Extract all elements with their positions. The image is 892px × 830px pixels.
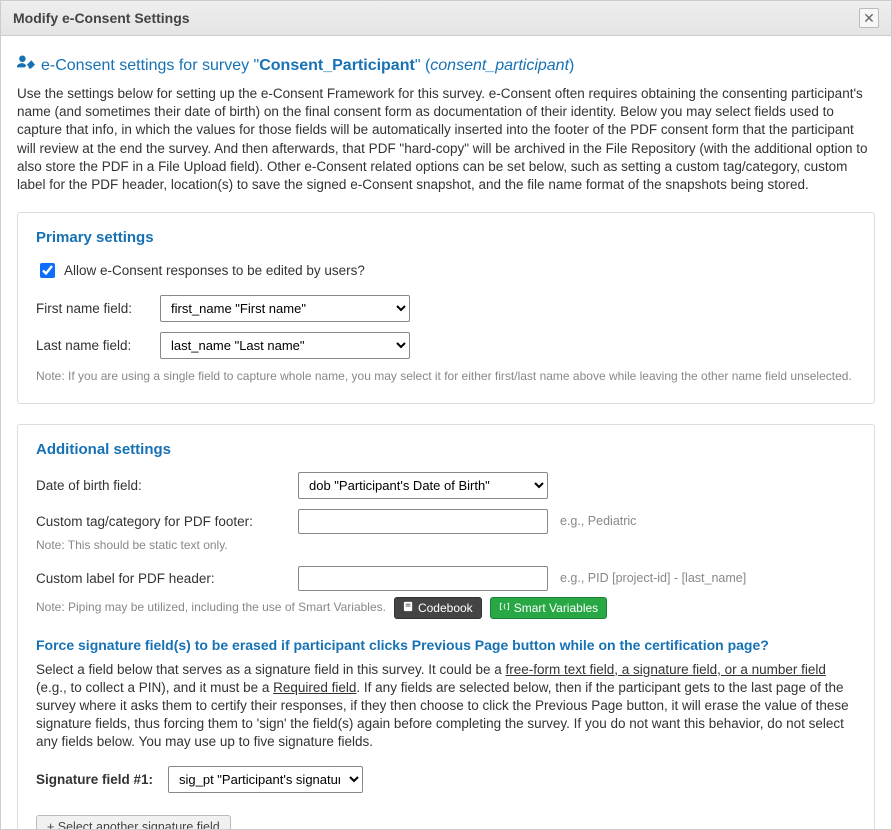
modal-dialog: Modify e-Consent Settings ✕ e-Consent se… <box>0 0 892 830</box>
dob-label: Date of birth field: <box>36 478 286 493</box>
piping-note: Note: Piping may be utilized, including … <box>36 600 386 616</box>
user-edit-icon <box>17 54 35 75</box>
signature-1-row: Signature field #1: sig_pt "Participant'… <box>36 766 856 793</box>
survey-id: consent_participant <box>430 57 569 74</box>
heading-close-paren: ) <box>569 57 574 74</box>
force-sig-text-b: (e.g., to collect a PIN), and it must be… <box>36 680 273 695</box>
add-signature-button[interactable]: + Select another signature field <box>36 815 231 829</box>
custom-tag-hint: e.g., Pediatric <box>560 514 636 528</box>
additional-settings-panel: Additional settings Date of birth field:… <box>17 424 875 829</box>
force-sig-underline-b: Required field <box>273 680 356 695</box>
custom-header-label: Custom label for PDF header: <box>36 571 286 586</box>
heading-suffix: " ( <box>415 57 430 74</box>
last-name-row: Last name field: last_name "Last name" <box>36 332 856 359</box>
force-sig-text-a: Select a field below that serves as a si… <box>36 662 506 677</box>
piping-row: Note: Piping may be utilized, including … <box>36 597 856 619</box>
custom-tag-label: Custom tag/category for PDF footer: <box>36 514 286 529</box>
signature-1-label: Signature field #1: <box>36 772 156 787</box>
last-name-select[interactable]: last_name "Last name" <box>160 332 410 359</box>
last-name-label: Last name field: <box>36 338 148 353</box>
custom-tag-note: Note: This should be static text only. <box>36 538 856 554</box>
first-name-label: First name field: <box>36 301 148 316</box>
book-icon <box>403 601 414 615</box>
force-sig-underline-a: free-form text field, a signature field,… <box>506 662 826 677</box>
custom-header-input[interactable] <box>298 566 548 591</box>
allow-edit-checkbox[interactable] <box>40 263 55 278</box>
dob-row: Date of birth field: dob "Participant's … <box>36 472 856 499</box>
intro-text: Use the settings below for setting up th… <box>17 85 875 194</box>
add-signature-label: + Select another signature field <box>47 820 220 829</box>
first-name-row: First name field: first_name "First name… <box>36 295 856 322</box>
brackets-icon <box>499 601 510 615</box>
custom-tag-row: Custom tag/category for PDF footer: e.g.… <box>36 509 856 534</box>
survey-name: Consent_Participant <box>259 57 415 74</box>
signature-1-select[interactable]: sig_pt "Participant's signature" <box>168 766 363 793</box>
close-button[interactable]: ✕ <box>859 8 879 28</box>
custom-tag-input[interactable] <box>298 509 548 534</box>
codebook-label: Codebook <box>418 601 473 615</box>
codebook-button[interactable]: Codebook <box>394 597 482 619</box>
additional-settings-title: Additional settings <box>36 441 856 458</box>
custom-header-row: Custom label for PDF header: e.g., PID [… <box>36 566 856 591</box>
primary-note: Note: If you are using a single field to… <box>36 369 856 385</box>
force-signature-heading: Force signature field(s) to be erased if… <box>36 637 856 653</box>
page-heading: e-Consent settings for survey "Consent_P… <box>17 54 875 75</box>
heading-prefix: e-Consent settings for survey " <box>41 57 259 74</box>
smart-variables-label: Smart Variables <box>514 601 598 615</box>
close-icon: ✕ <box>863 11 875 25</box>
custom-header-hint: e.g., PID [project-id] - [last_name] <box>560 571 746 585</box>
modal-title: Modify e-Consent Settings <box>13 10 190 26</box>
first-name-select[interactable]: first_name "First name" <box>160 295 410 322</box>
dob-select[interactable]: dob "Participant's Date of Birth" <box>298 472 548 499</box>
modal-body[interactable]: e-Consent settings for survey "Consent_P… <box>1 36 891 829</box>
allow-edit-label: Allow e-Consent responses to be edited b… <box>64 263 365 278</box>
primary-settings-title: Primary settings <box>36 229 856 246</box>
modal-header: Modify e-Consent Settings ✕ <box>1 1 891 36</box>
smart-variables-button[interactable]: Smart Variables <box>490 597 607 619</box>
allow-edit-row: Allow e-Consent responses to be edited b… <box>36 260 856 281</box>
force-signature-text: Select a field below that serves as a si… <box>36 661 856 752</box>
primary-settings-panel: Primary settings Allow e-Consent respons… <box>17 212 875 404</box>
